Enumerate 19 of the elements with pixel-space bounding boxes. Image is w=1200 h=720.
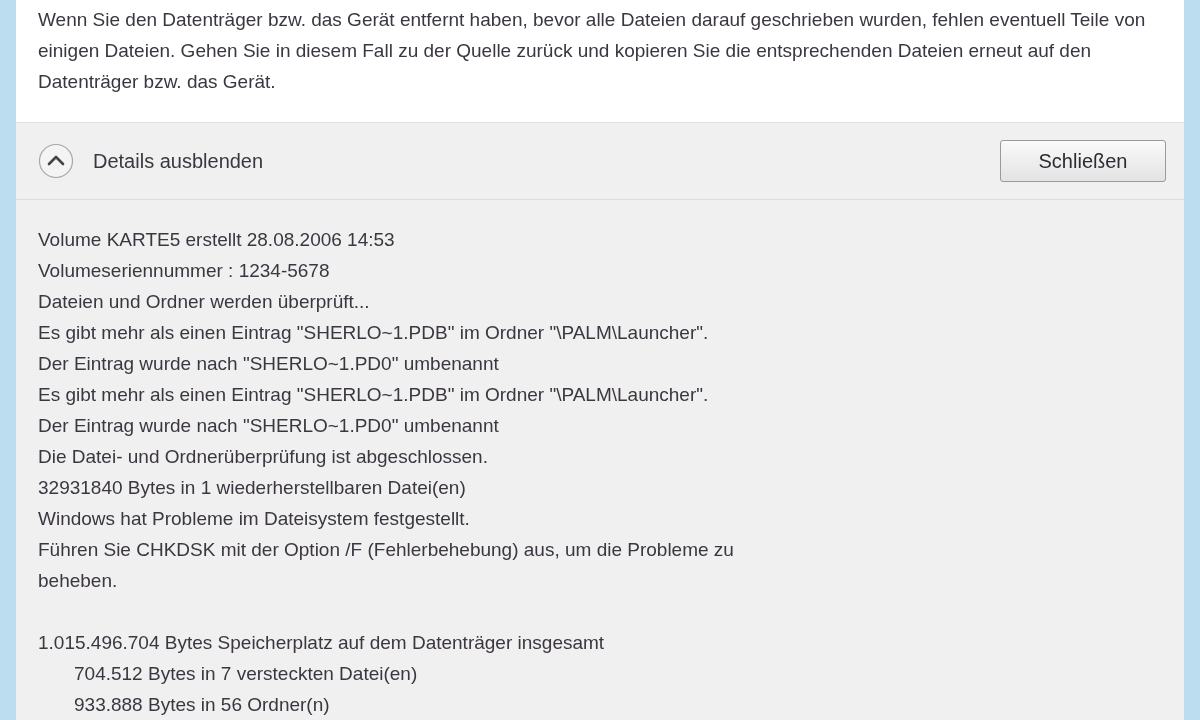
log-line: Der Eintrag wurde nach "SHERLO~1.PD0" umbenannt — [38, 414, 500, 438]
log-line: Führen Sie CHKDSK mit der Option /F (Fehlerbehebung) aus, um die Probleme zu — [38, 538, 735, 562]
log-line: beheben. — [38, 569, 119, 593]
log-line: Volume KARTE5 erstellt 28.08.2006 14:53 — [38, 228, 396, 252]
log-line: 704.512 Bytes in 7 versteckten Datei(en) — [73, 662, 419, 686]
log-line: Volumeseriennummer : 1234-5678 — [38, 259, 331, 283]
log-line: 933.888 Bytes in 56 Ordner(n) — [73, 693, 331, 717]
log-line: Es gibt mehr als einen Eintrag "SHERLO~1.PDB" im Ordner "\PALM\Launcher". — [38, 321, 710, 345]
log-line: 32931840 Bytes in 1 wiederherstellbaren Datei(en) — [38, 476, 467, 500]
chevron-button-icon[interactable] — [38, 143, 74, 180]
log-line: 1.015.496.704 Bytes Speicherplatz auf dem Datenträger insgesamt — [38, 631, 606, 655]
close-button[interactable]: Schließen — [1000, 140, 1166, 183]
log-line: Windows hat Probleme im Dateisystem festgestellt. — [38, 507, 471, 531]
log-line: Die Datei- und Ordnerüberprüfung ist abgeschlossen. — [38, 445, 489, 469]
message-text: Wenn Sie den Datenträger bzw. das Gerät entfernt haben, bevor alle Dateien darauf geschrieben wurden, fehlen eventuell Teile von einigen Dateien. Gehen Sie in diesem Fall zu der Quelle zurück und kopieren Sie die entsprechenden Dateien erneut auf den Datenträger bzw. das Gerät. — [38, 8, 1147, 94]
log-line: Es gibt mehr als einen Eintrag "SHERLO~1.PDB" im Ordner "\PALM\Launcher". — [38, 383, 710, 407]
details-toggle-link[interactable]: Details ausblenden — [93, 146, 264, 177]
log-line: Der Eintrag wurde nach "SHERLO~1.PD0" umbenannt — [38, 352, 500, 376]
log-line: Dateien und Ordner werden überprüft... — [38, 290, 371, 314]
